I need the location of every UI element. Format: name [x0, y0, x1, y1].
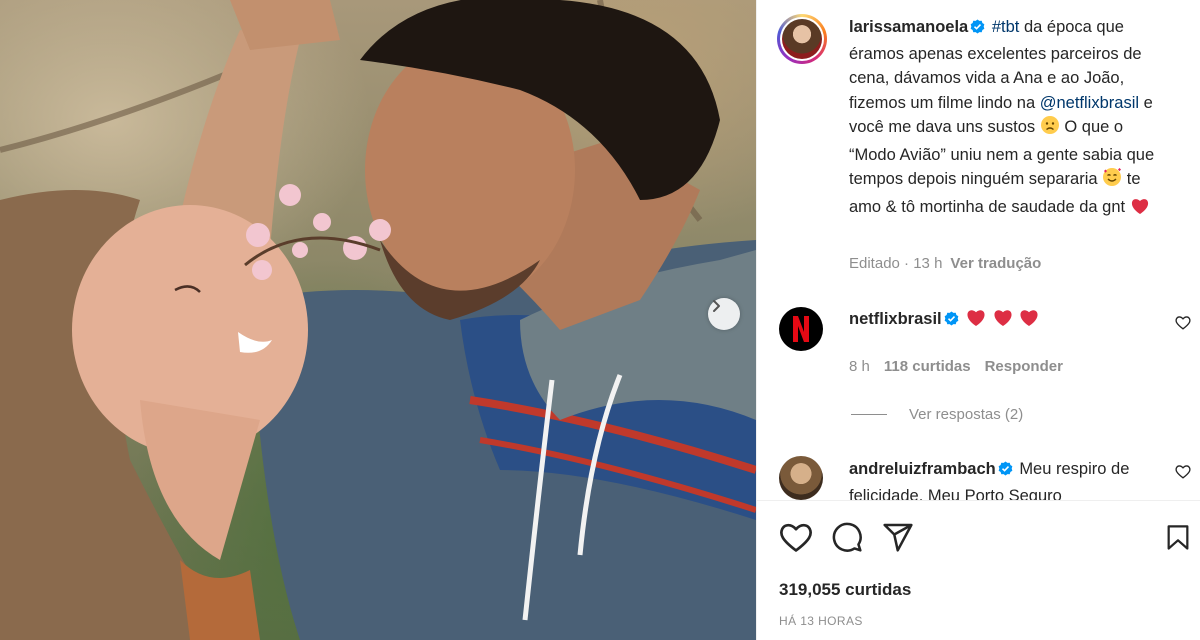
andreluizframbach-avatar[interactable]	[779, 456, 823, 500]
edited-time: 13 h	[913, 255, 943, 272]
reply-button[interactable]: Responder	[985, 358, 1063, 375]
like-count[interactable]: 319,055 curtidas	[779, 580, 911, 600]
comment-time: 8 h	[849, 358, 870, 375]
comment-text: netflixbrasil	[849, 307, 1149, 335]
comment-like-button[interactable]	[1175, 315, 1191, 335]
bookmark-icon	[1167, 525, 1189, 550]
save-button[interactable]	[1164, 523, 1192, 558]
author-avatar-image	[782, 19, 822, 59]
caption-meta: Editado · 13 h Ver tradução	[849, 255, 1042, 272]
red-heart-emoji-icon	[1018, 308, 1040, 335]
smiling-face-with-hearts-emoji-icon	[1102, 167, 1122, 195]
post-timestamp[interactable]: HÁ 13 HORAS	[779, 614, 863, 628]
verified-badge-icon	[970, 17, 985, 42]
comment-icon	[832, 522, 862, 552]
caption-hashtag[interactable]: #tbt	[992, 18, 1020, 36]
comment-likes[interactable]: 118 curtidas	[884, 358, 971, 375]
comment-username[interactable]: netflixbrasil	[849, 310, 942, 328]
author-username[interactable]: larissamanoela	[849, 18, 968, 36]
edited-label: Editado	[849, 255, 900, 272]
post-action-bar: 319,055 curtidas HÁ 13 HORAS	[757, 500, 1200, 640]
comment-username[interactable]: andreluizframbach	[849, 460, 996, 478]
replies-divider	[851, 414, 887, 415]
red-heart-emoji-icon	[965, 308, 987, 335]
heart-icon	[1175, 465, 1191, 479]
see-translation-link[interactable]: Ver tradução	[950, 255, 1041, 272]
caption-mention[interactable]: @netflixbrasil	[1040, 94, 1139, 112]
heart-icon	[779, 523, 813, 552]
netflix-logo-icon	[793, 316, 809, 342]
next-photo-button[interactable]	[708, 298, 740, 330]
action-icons	[779, 521, 915, 558]
comment-like-button[interactable]	[1175, 464, 1191, 484]
comment-meta: 8 h 118 curtidas Responder	[849, 358, 1063, 375]
view-replies-label: Ver respostas (2)	[909, 406, 1024, 423]
author-avatar[interactable]	[777, 14, 827, 64]
heart-icon	[1175, 316, 1191, 330]
netflix-avatar[interactable]	[779, 307, 823, 351]
verified-badge-icon	[944, 309, 959, 334]
share-icon	[883, 523, 913, 552]
disappointed-face-emoji-icon	[1040, 115, 1060, 143]
red-heart-emoji-icon	[992, 308, 1014, 335]
comments-scroll-clip: andreluizframbach Meu respiro de felicid…	[757, 456, 1200, 500]
chevron-right-icon	[713, 300, 720, 312]
view-replies-button[interactable]: Ver respostas (2)	[851, 406, 1023, 423]
red-heart-emoji-icon	[1130, 197, 1150, 223]
post-photo[interactable]	[0, 0, 756, 640]
post-caption: larissamanoela #tbt da época que éramos …	[849, 15, 1169, 222]
like-button[interactable]	[779, 521, 813, 558]
verified-badge-icon	[998, 459, 1013, 484]
photo-illustration	[0, 0, 756, 640]
comment-text: andreluizframbach Meu respiro de felicid…	[849, 457, 1149, 500]
post-details-panel: larissamanoela #tbt da época que éramos …	[756, 0, 1200, 640]
comment-button[interactable]	[830, 521, 864, 558]
share-button[interactable]	[881, 521, 915, 558]
